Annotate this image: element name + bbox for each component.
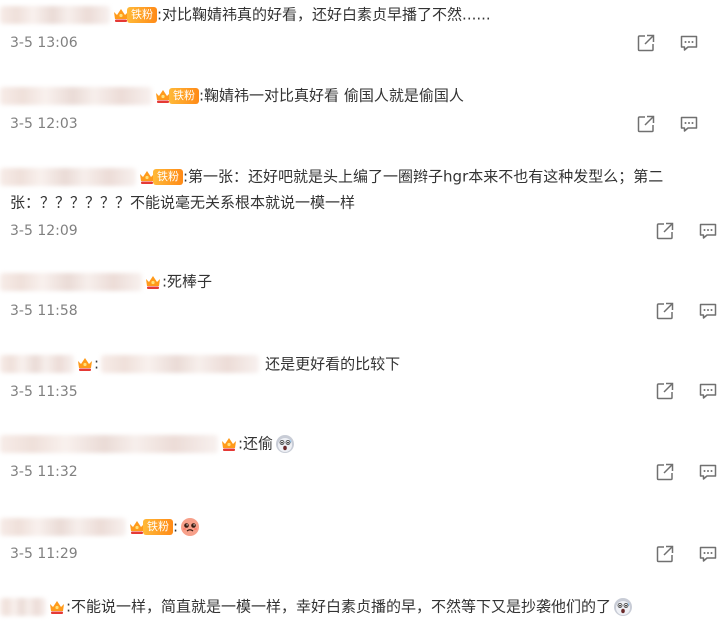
comment-list: 铁粉:对比鞠婧祎真的好看，还好白素贞早播了不然...... 3-5 13:06 …: [0, 0, 717, 627]
share-icon[interactable]: [636, 33, 656, 53]
blurred-username[interactable]: [0, 354, 74, 373]
blurred-username[interactable]: [0, 434, 218, 453]
comment-text: :鞠婧祎一对比真好看 偷国人就是偷国人: [199, 86, 464, 105]
angry-face-icon: [180, 517, 200, 537]
comment-text: :死棒子: [162, 272, 213, 291]
blurred-username[interactable]: [0, 86, 152, 105]
share-icon[interactable]: [636, 114, 656, 134]
blurred-username[interactable]: [0, 167, 136, 186]
timestamp: 3-5 12:09: [10, 223, 78, 239]
blurred-username[interactable]: [0, 517, 126, 536]
crown-icon: [220, 435, 238, 453]
timestamp: 3-5 11:29: [10, 546, 78, 562]
share-icon[interactable]: [655, 462, 675, 482]
comment-item: 铁粉:对比鞠婧祎真的好看，还好白素贞早播了不然...... 3-5 13:06: [0, 0, 717, 80]
crown-badge: [144, 273, 162, 291]
crown-icon: [144, 273, 162, 291]
comment-item: :还偷 3-5 11:32: [0, 424, 717, 506]
timestamp: 3-5 11:35: [10, 384, 78, 400]
comment-text-continued: 张：？？？？？？不能说毫无关系根本就说一模一样: [10, 193, 356, 212]
blurred-username[interactable]: [0, 5, 110, 24]
comment-icon[interactable]: [698, 544, 717, 564]
crown-badge: [48, 598, 66, 616]
comment-icon[interactable]: [698, 221, 717, 241]
comment-item: :不能说一样，简直就是一模一样，幸好白素贞播的早，不然等下又是抄袭他们的了: [0, 586, 717, 627]
comment-item: :死棒子 3-5 11:58: [0, 264, 717, 342]
comment-text: :: [173, 517, 179, 536]
comment-icon[interactable]: [679, 114, 699, 134]
share-icon[interactable]: [655, 301, 675, 321]
fan-badge: 铁粉: [138, 168, 183, 186]
fan-badge: 铁粉: [154, 87, 199, 105]
timestamp: 3-5 13:06: [10, 35, 78, 51]
blurred-username[interactable]: [0, 597, 46, 616]
comment-text: :还偷: [238, 434, 274, 453]
crown-icon: [48, 598, 66, 616]
comment-item: : 还是更好看的比较下 3-5 11:35: [0, 342, 717, 424]
comment-icon[interactable]: [698, 381, 717, 401]
comment-icon[interactable]: [698, 301, 717, 321]
comment-text: :对比鞠婧祎真的好看，还好白素贞早播了不然......: [157, 5, 491, 24]
comment-item: 铁粉:第一张：还好吧就是头上编了一圈辫子hgr本来不也有这种发型么；第二 张：？…: [0, 160, 717, 264]
comment-icon[interactable]: [679, 33, 699, 53]
crown-badge: [76, 355, 94, 373]
timestamp: 3-5 11:32: [10, 464, 78, 480]
shocked-face-icon: [275, 434, 295, 454]
comment-item: 铁粉: 3-5 11:29: [0, 506, 717, 586]
timestamp: 3-5 11:58: [10, 303, 78, 319]
share-icon[interactable]: [655, 381, 675, 401]
comment-icon[interactable]: [698, 462, 717, 482]
fan-badge: 铁粉: [112, 6, 157, 24]
comment-text: 还是更好看的比较下: [265, 354, 401, 373]
crown-icon: [76, 355, 94, 373]
blurred-username[interactable]: [0, 272, 142, 291]
blurred-mention[interactable]: [101, 354, 260, 373]
comment-text: :不能说一样，简直就是一模一样，幸好白素贞播的早，不然等下又是抄袭他们的了: [66, 597, 612, 616]
crown-badge: [220, 435, 238, 453]
comment-text: :第一张：还好吧就是头上编了一圈辫子hgr本来不也有这种发型么；第二: [183, 167, 664, 186]
timestamp: 3-5 12:03: [10, 116, 78, 132]
share-icon[interactable]: [655, 221, 675, 241]
comment-item: 铁粉:鞠婧祎一对比真好看 偷国人就是偷国人 3-5 12:03: [0, 80, 717, 160]
share-icon[interactable]: [655, 544, 675, 564]
comment-text-prefix: :: [94, 354, 100, 373]
fan-badge: 铁粉: [128, 518, 173, 536]
shocked-face-icon: [613, 597, 633, 617]
